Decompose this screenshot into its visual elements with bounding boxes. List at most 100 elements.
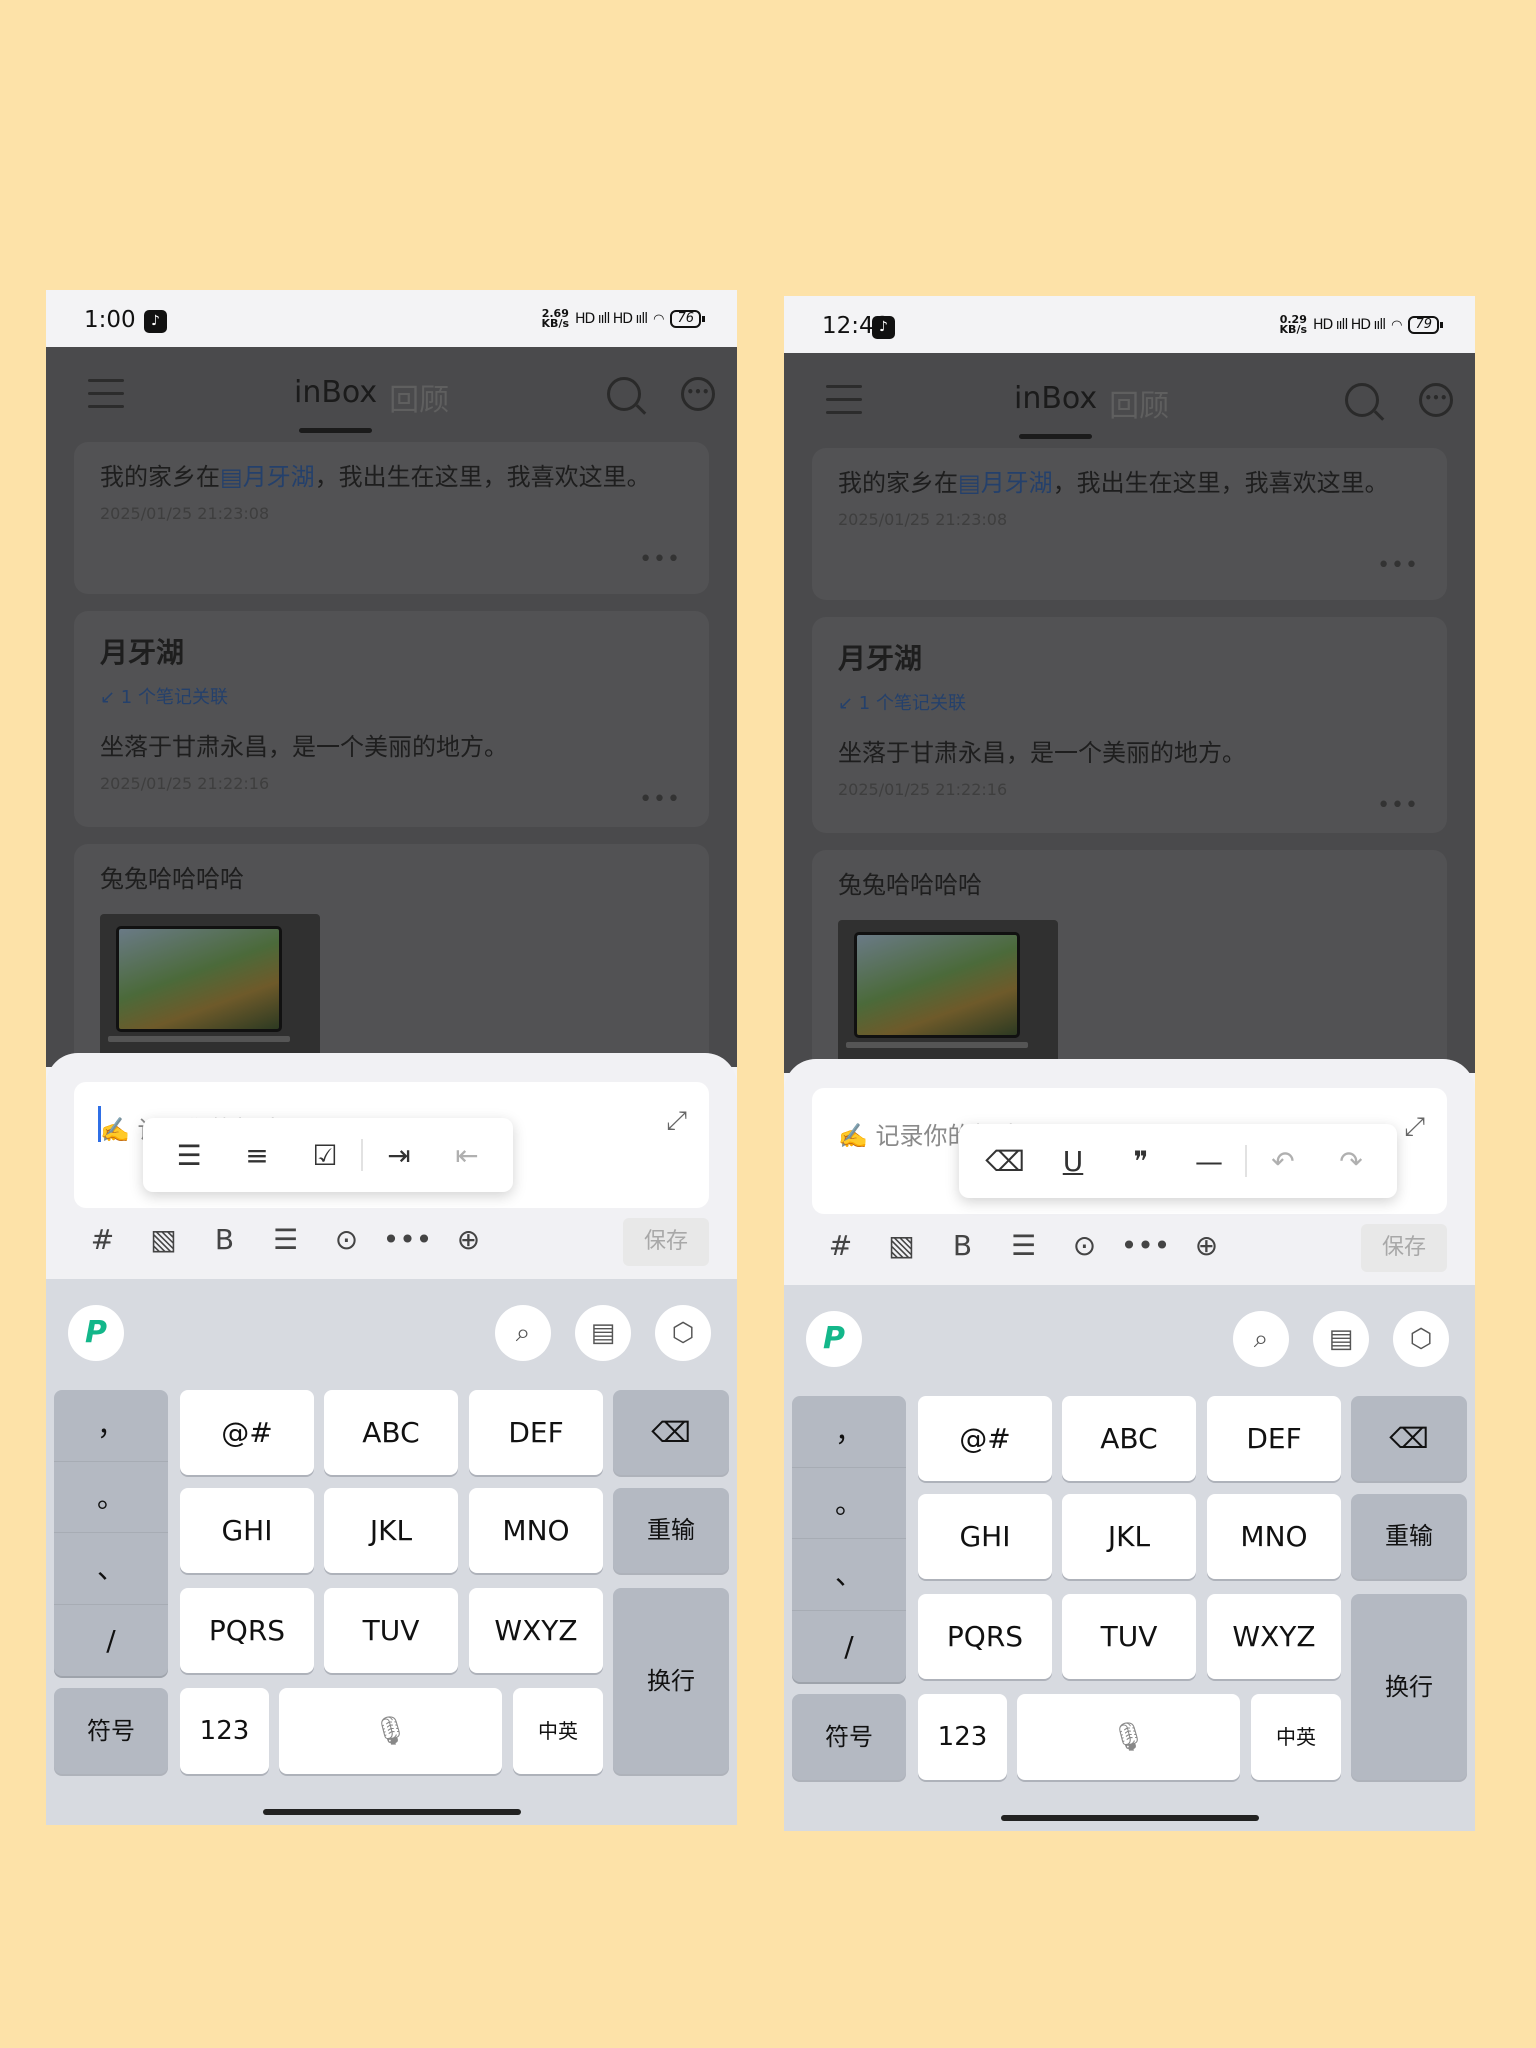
key-def[interactable]: DEF (1207, 1396, 1341, 1481)
note-card[interactable]: 月牙湖 ↙ 1 个笔记关联 坐落于甘肃永昌，是一个美丽的地方。 2025/01/… (74, 611, 709, 827)
enter-key[interactable]: 换行 (1351, 1594, 1467, 1780)
home-indicator[interactable] (262, 1809, 521, 1815)
more-icon[interactable]: ••• (1419, 383, 1453, 417)
note-link[interactable]: ▤月牙湖 (958, 469, 1053, 497)
key-jkl[interactable]: JKL (1062, 1494, 1196, 1579)
numbered-list-icon[interactable]: ≡ (223, 1139, 291, 1172)
bullet-list-icon[interactable]: ☰ (155, 1139, 223, 1172)
key-pause[interactable]: 、 (792, 1539, 906, 1611)
key-mno[interactable]: MNO (1207, 1494, 1341, 1579)
more-icon[interactable]: ••• (377, 1223, 438, 1256)
key-at[interactable]: @# (918, 1396, 1052, 1481)
mic-icon[interactable]: 🎙 (279, 1688, 502, 1774)
key-abc[interactable]: ABC (1062, 1396, 1196, 1481)
note-relation[interactable]: ↙ 1 个笔记关联 (838, 689, 1421, 715)
tab-inbox[interactable]: inBox (1014, 381, 1097, 439)
key-pqrs[interactable]: PQRS (918, 1594, 1052, 1679)
note-more-button[interactable]: ••• (1377, 553, 1419, 578)
note-more-button[interactable]: ••• (639, 787, 681, 812)
key-slash[interactable]: / (792, 1611, 906, 1683)
menu-icon[interactable] (826, 385, 862, 415)
quote-icon[interactable]: ❞ (1107, 1145, 1175, 1178)
save-button[interactable]: 保存 (623, 1218, 709, 1266)
key-def[interactable]: DEF (469, 1390, 603, 1475)
search-icon[interactable] (607, 377, 641, 411)
numbers-key[interactable]: 123 (180, 1688, 269, 1774)
target-icon[interactable]: ⊙ (1054, 1229, 1115, 1262)
indent-icon[interactable]: ⇥ (365, 1139, 433, 1172)
tag-icon[interactable]: # (72, 1223, 133, 1256)
image-icon[interactable]: ▧ (871, 1229, 932, 1262)
key-slash[interactable]: / (54, 1605, 168, 1677)
bold-icon[interactable]: B (932, 1229, 993, 1262)
clipboard-icon[interactable]: ▤ (1313, 1311, 1369, 1367)
list-icon[interactable]: ☰ (993, 1229, 1054, 1262)
checklist-icon[interactable]: ☑ (291, 1139, 359, 1172)
more-icon[interactable]: ••• (1115, 1229, 1176, 1262)
note-more-button[interactable]: ••• (639, 547, 681, 572)
highlight-icon[interactable]: ⌫ (971, 1145, 1039, 1178)
home-indicator[interactable] (1000, 1815, 1259, 1821)
key-pqrs[interactable]: PQRS (180, 1588, 314, 1673)
retype-key[interactable]: 重输 (1351, 1494, 1467, 1579)
key-tuv[interactable]: TUV (324, 1588, 458, 1673)
tab-review[interactable]: 回顾 (1109, 381, 1169, 425)
key-at[interactable]: @# (180, 1390, 314, 1475)
more-icon[interactable]: ••• (681, 377, 715, 411)
numbers-key[interactable]: 123 (918, 1694, 1007, 1780)
target-icon[interactable]: ⊙ (316, 1223, 377, 1256)
retype-key[interactable]: 重输 (613, 1488, 729, 1573)
key-ghi[interactable]: GHI (180, 1488, 314, 1573)
note-image[interactable] (838, 920, 1058, 1065)
search-icon[interactable]: ⌕ (495, 1305, 551, 1361)
language-switch-key[interactable]: 中英 (513, 1688, 603, 1774)
backspace-key[interactable]: ⌫ (613, 1390, 729, 1475)
expand-icon[interactable]: ⤢ (666, 1106, 687, 1137)
search-icon[interactable]: ⌕ (1233, 1311, 1289, 1367)
mic-icon[interactable]: 🎙 (1017, 1694, 1240, 1780)
key-tuv[interactable]: TUV (1062, 1594, 1196, 1679)
enter-key[interactable]: 换行 (613, 1588, 729, 1774)
menu-icon[interactable] (88, 379, 124, 409)
note-card[interactable]: 我的家乡在▤月牙湖，我出生在这里，我喜欢这里。 2025/01/25 21:23… (812, 448, 1447, 600)
redo-icon[interactable]: ↷ (1317, 1145, 1385, 1178)
bold-icon[interactable]: B (194, 1223, 255, 1256)
underline-icon[interactable]: U (1039, 1145, 1107, 1178)
expand-icon[interactable]: ⤢ (1404, 1112, 1425, 1143)
key-mno[interactable]: MNO (469, 1488, 603, 1573)
key-comma[interactable]: ， (792, 1396, 906, 1468)
add-icon[interactable]: ⊕ (438, 1223, 499, 1256)
key-period[interactable]: 。 (54, 1462, 168, 1533)
language-switch-key[interactable]: 中英 (1251, 1694, 1341, 1780)
undo-icon[interactable]: ↶ (1249, 1145, 1317, 1178)
key-ghi[interactable]: GHI (918, 1494, 1052, 1579)
divider-icon[interactable]: — (1175, 1145, 1243, 1178)
note-link[interactable]: ▤月牙湖 (220, 463, 315, 491)
tab-review[interactable]: 回顾 (389, 375, 449, 419)
key-abc[interactable]: ABC (324, 1390, 458, 1475)
note-more-button[interactable]: ••• (1377, 793, 1419, 818)
outdent-icon[interactable]: ⇤ (433, 1139, 501, 1172)
cube-icon[interactable]: ⬡ (1393, 1311, 1449, 1367)
clipboard-icon[interactable]: ▤ (575, 1305, 631, 1361)
tag-icon[interactable]: # (810, 1229, 871, 1262)
key-comma[interactable]: ， (54, 1390, 168, 1462)
save-button[interactable]: 保存 (1361, 1224, 1447, 1272)
image-icon[interactable]: ▧ (133, 1223, 194, 1256)
note-card[interactable]: 月牙湖 ↙ 1 个笔记关联 坐落于甘肃永昌，是一个美丽的地方。 2025/01/… (812, 617, 1447, 833)
symbols-key[interactable]: 符号 (792, 1694, 906, 1780)
list-icon[interactable]: ☰ (255, 1223, 316, 1256)
search-icon[interactable] (1345, 383, 1379, 417)
key-pause[interactable]: 、 (54, 1533, 168, 1605)
backspace-key[interactable]: ⌫ (1351, 1396, 1467, 1481)
note-card[interactable]: 我的家乡在▤月牙湖，我出生在这里，我喜欢这里。 2025/01/25 21:23… (74, 442, 709, 594)
key-jkl[interactable]: JKL (324, 1488, 458, 1573)
ime-logo-icon[interactable]: P (68, 1305, 124, 1361)
tab-inbox[interactable]: inBox (294, 375, 377, 433)
note-relation[interactable]: ↙ 1 个笔记关联 (100, 683, 683, 709)
key-wxyz[interactable]: WXYZ (469, 1588, 603, 1673)
ime-logo-icon[interactable]: P (806, 1311, 862, 1367)
cube-icon[interactable]: ⬡ (655, 1305, 711, 1361)
symbols-key[interactable]: 符号 (54, 1688, 168, 1774)
key-wxyz[interactable]: WXYZ (1207, 1594, 1341, 1679)
